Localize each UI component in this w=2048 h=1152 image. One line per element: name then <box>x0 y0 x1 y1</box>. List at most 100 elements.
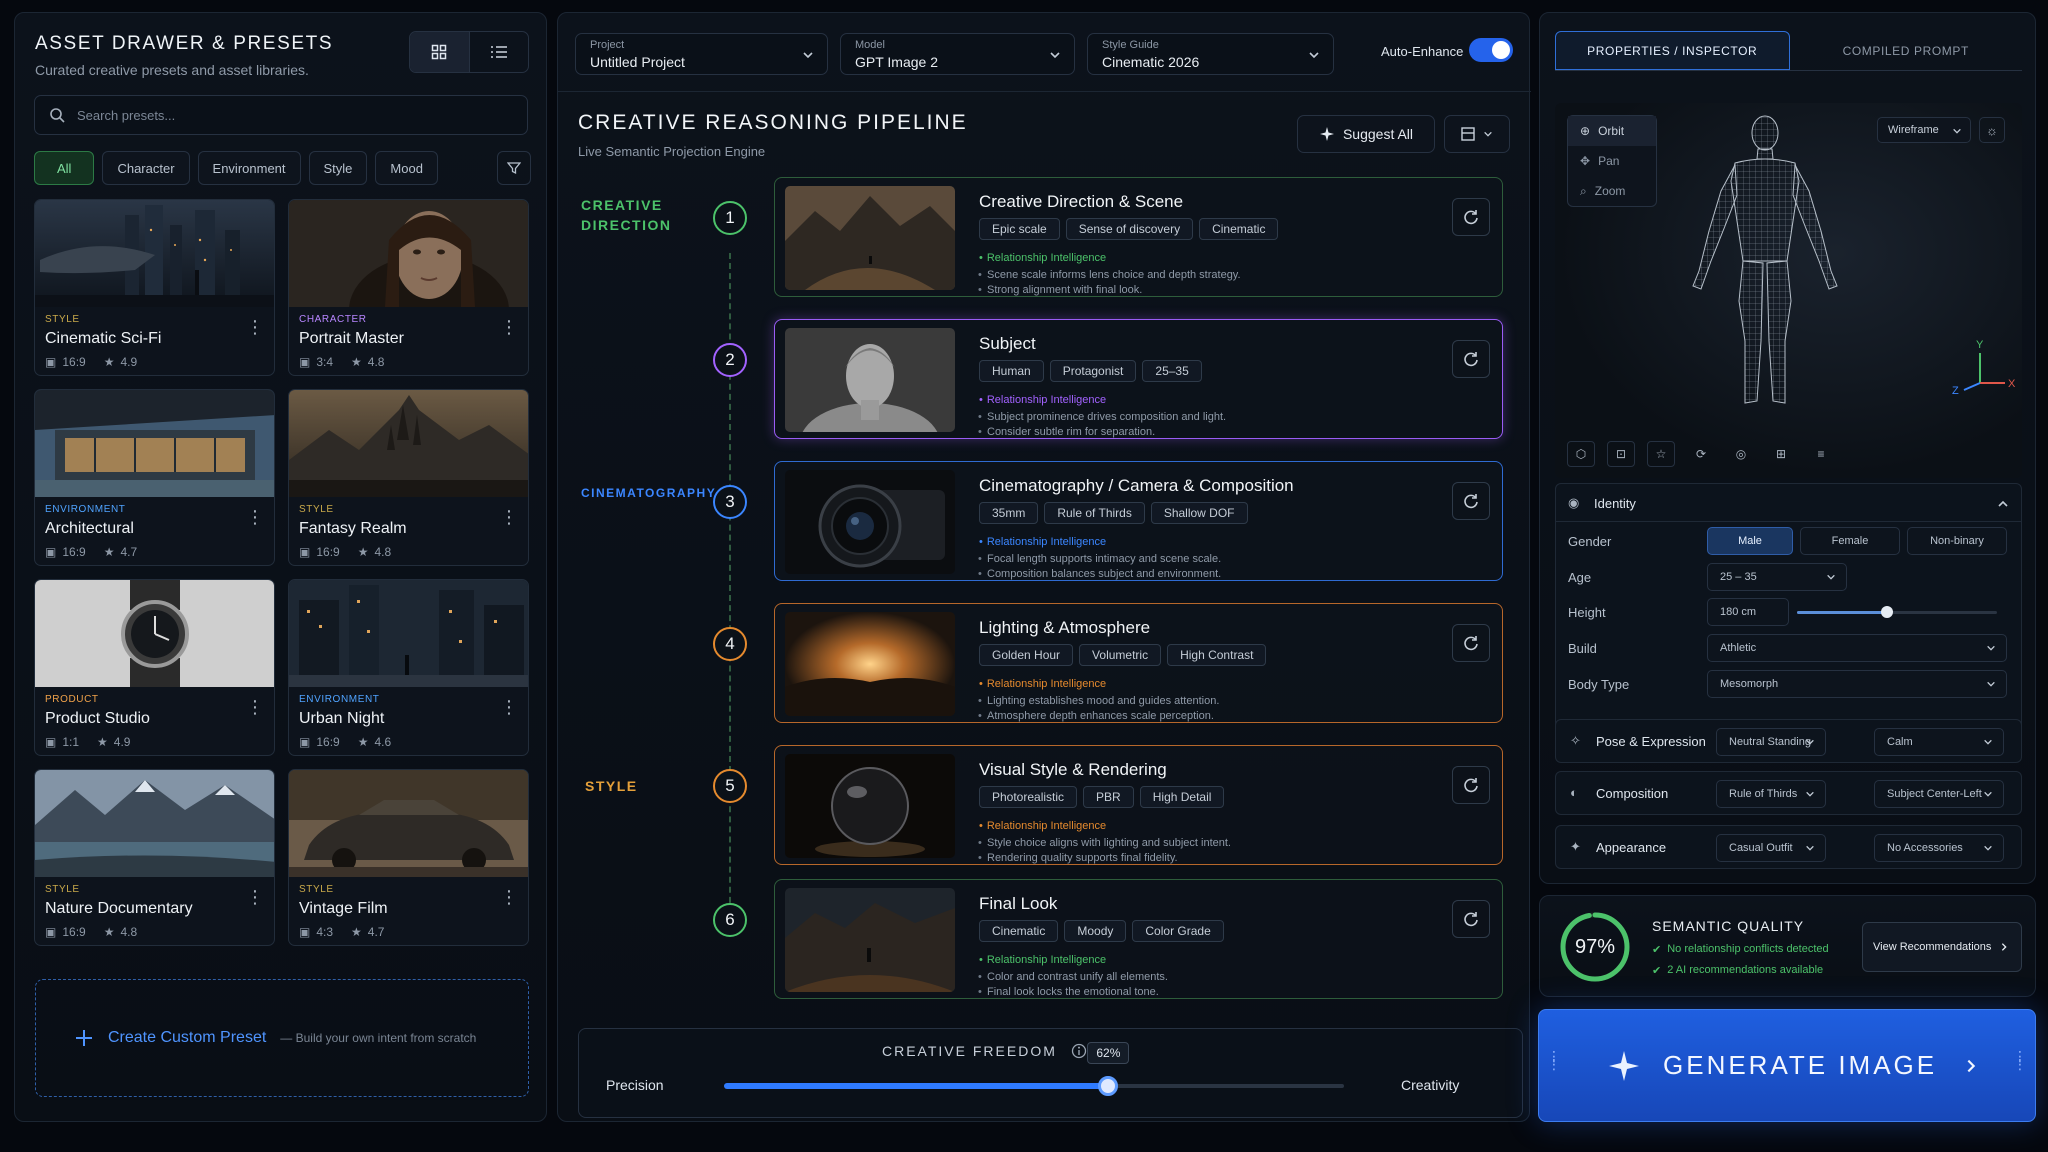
more-options-icon[interactable]: ⋮ <box>246 318 264 336</box>
build-select[interactable]: Athletic <box>1707 634 2007 662</box>
sliders-icon[interactable]: ≡ <box>1807 441 1835 467</box>
gender-male[interactable]: Male <box>1707 527 1793 555</box>
more-options-icon[interactable]: ⋮ <box>500 318 518 336</box>
regenerate-button[interactable] <box>1452 900 1490 938</box>
more-options-icon[interactable]: ⋮ <box>500 508 518 526</box>
accessories-select[interactable]: No Accessories <box>1874 834 2004 862</box>
cube-icon[interactable]: ⬡ <box>1567 441 1595 467</box>
generate-image-button[interactable]: GENERATE IMAGE ⋮ ⋮ ⋮ ⋮ <box>1538 1009 2036 1122</box>
step-tag[interactable]: PBR <box>1083 786 1134 808</box>
preset-card[interactable]: STYLE Cinematic Sci-Fi ⋮ ▣ 16:9 ★ 4.9 <box>34 199 275 376</box>
pan-tool[interactable]: ✥ Pan <box>1568 146 1656 176</box>
preset-card[interactable]: STYLE Fantasy Realm ⋮ ▣ 16:9 ★ 4.8 <box>288 389 529 566</box>
project-select[interactable]: Project Untitled Project <box>575 33 828 75</box>
step-tag[interactable]: Volumetric <box>1079 644 1162 666</box>
create-preset-label: Create Custom Preset <box>108 1029 267 1046</box>
regenerate-button[interactable] <box>1452 482 1490 520</box>
info-icon[interactable] <box>1071 1043 1087 1059</box>
subject-position-select[interactable]: Subject Center-Left <box>1874 780 2004 808</box>
filter-mood[interactable]: Mood <box>375 151 438 185</box>
model-viewport[interactable]: ⊕ Orbit ✥ Pan ⌕ Zoom Wireframe ☼ Y X Z ⬡… <box>1555 103 2022 478</box>
step-tag[interactable]: Rule of Thirds <box>1044 502 1145 524</box>
more-options-icon[interactable]: ⋮ <box>246 698 264 716</box>
step-tag[interactable]: 25–35 <box>1142 360 1202 382</box>
regenerate-button[interactable] <box>1452 198 1490 236</box>
search-input[interactable] <box>77 107 497 123</box>
identity-header[interactable]: ◉ Identity <box>1556 484 2021 522</box>
light-icon[interactable]: ☆ <box>1647 441 1675 467</box>
appearance-section[interactable]: ✦ Appearance Casual Outfit No Accessorie… <box>1555 825 2022 869</box>
composition-rule-select[interactable]: Rule of Thirds <box>1716 780 1826 808</box>
freedom-slider-handle[interactable] <box>1098 1076 1119 1096</box>
tab-compiled-prompt[interactable]: COMPILED PROMPT <box>1790 31 2023 70</box>
step-tag[interactable]: Human <box>979 360 1044 382</box>
render-mode-select[interactable]: Wireframe <box>1877 117 1971 143</box>
step-tag[interactable]: Photorealistic <box>979 786 1078 808</box>
layout-menu-button[interactable] <box>1444 115 1510 153</box>
step-tag[interactable]: Protagonist <box>1049 360 1137 382</box>
filter-all[interactable]: All <box>34 151 95 185</box>
pose-select[interactable]: Neutral Standing <box>1716 728 1826 756</box>
step-creative-direction[interactable]: Creative Direction & Scene Epic scale Sen… <box>774 177 1503 297</box>
gender-non-binary[interactable]: Non-binary <box>1907 527 2007 555</box>
step-tag[interactable]: Sense of discovery <box>1065 218 1194 240</box>
preset-card[interactable]: ENVIRONMENT Architectural ⋮ ▣ 16:9 ★ 4.7 <box>34 389 275 566</box>
expression-select[interactable]: Calm <box>1874 728 2004 756</box>
step-tag[interactable]: Golden Hour <box>979 644 1074 666</box>
preset-card[interactable]: ENVIRONMENT Urban Night ⋮ ▣ 16:9 ★ 4.6 <box>288 579 529 756</box>
height-slider-handle[interactable] <box>1881 606 1893 618</box>
filter-style[interactable]: Style <box>308 151 368 185</box>
viewport-settings-button[interactable]: ☼ <box>1979 117 2005 143</box>
suggest-all-button[interactable]: Suggest All <box>1297 115 1435 153</box>
step-visual-style[interactable]: Visual Style & Rendering Photorealistic P… <box>774 745 1503 865</box>
preset-card[interactable]: CHARACTER Portrait Master ⋮ ▣ 3:4 ★ 4.8 <box>288 199 529 376</box>
step-subject[interactable]: Subject HumanProtagonist25–35 Relationsh… <box>774 319 1503 439</box>
auto-enhance-toggle[interactable] <box>1469 38 1513 62</box>
height-input[interactable]: 180 cm <box>1707 598 1789 626</box>
style-guide-select[interactable]: Style Guide Cinematic 2026 <box>1087 33 1334 75</box>
grid-toggle-icon[interactable]: ⊞ <box>1767 441 1795 467</box>
step-tag[interactable]: Shallow DOF <box>1150 502 1248 524</box>
rotate-icon[interactable]: ⟳ <box>1687 441 1715 467</box>
step-tag[interactable]: 35mm <box>979 502 1039 524</box>
step-tag[interactable]: Cinematic <box>1199 218 1279 240</box>
preset-card[interactable]: PRODUCT Product Studio ⋮ ▣ 1:1 ★ 4.9 <box>34 579 275 756</box>
material-icon[interactable]: ◎ <box>1727 441 1755 467</box>
step-tag[interactable]: High Detail <box>1139 786 1225 808</box>
create-custom-preset-button[interactable]: Create Custom Preset — Build your own in… <box>35 979 529 1097</box>
list-view-button[interactable] <box>470 32 529 72</box>
tab-properties[interactable]: PROPERTIES / INSPECTOR <box>1555 31 1790 70</box>
pose-section[interactable]: ✧ Pose & Expression Neutral Standing Cal… <box>1555 719 2022 763</box>
more-options-icon[interactable]: ⋮ <box>500 888 518 906</box>
step-tag[interactable]: Cinematic <box>979 920 1059 942</box>
step-tag[interactable]: Color Grade <box>1132 920 1224 942</box>
regenerate-button[interactable] <box>1452 766 1490 804</box>
outfit-select[interactable]: Casual Outfit <box>1716 834 1826 862</box>
age-select[interactable]: 25 – 35 <box>1707 563 1847 591</box>
filter-button[interactable] <box>497 151 531 185</box>
more-options-icon[interactable]: ⋮ <box>246 508 264 526</box>
filter-environment[interactable]: Environment <box>197 151 301 185</box>
regenerate-button[interactable] <box>1452 624 1490 662</box>
composition-section[interactable]: ◐ Composition Rule of Thirds Subject Cen… <box>1555 771 2022 815</box>
more-options-icon[interactable]: ⋮ <box>500 698 518 716</box>
step-final-look[interactable]: Final Look CinematicMoodyColor Grade Rel… <box>774 879 1503 999</box>
preset-card[interactable]: STYLE Nature Documentary ⋮ ▣ 16:9 ★ 4.8 <box>34 769 275 946</box>
step-tag[interactable]: Epic scale <box>979 218 1060 240</box>
orbit-tool[interactable]: ⊕ Orbit <box>1568 116 1656 146</box>
step-cinematography[interactable]: Cinematography / Camera & Composition 35… <box>774 461 1503 581</box>
frame-icon[interactable]: ⊡ <box>1607 441 1635 467</box>
step-tag[interactable]: High Contrast <box>1167 644 1267 666</box>
zoom-tool[interactable]: ⌕ Zoom <box>1568 176 1656 206</box>
step-tag[interactable]: Moody <box>1064 920 1127 942</box>
more-options-icon[interactable]: ⋮ <box>246 888 264 906</box>
filter-character[interactable]: Character <box>102 151 190 185</box>
gender-female[interactable]: Female <box>1800 527 1900 555</box>
preset-card[interactable]: STYLE Vintage Film ⋮ ▣ 4:3 ★ 4.7 <box>288 769 529 946</box>
regenerate-button[interactable] <box>1452 340 1490 378</box>
body-type-select[interactable]: Mesomorph <box>1707 670 2007 698</box>
model-select[interactable]: Model GPT Image 2 <box>840 33 1075 75</box>
view-recommendations-button[interactable]: View Recommendations <box>1862 922 2022 972</box>
step-lighting[interactable]: Lighting & Atmosphere Golden Hour Volumet… <box>774 603 1503 723</box>
grid-view-button[interactable] <box>410 32 470 72</box>
